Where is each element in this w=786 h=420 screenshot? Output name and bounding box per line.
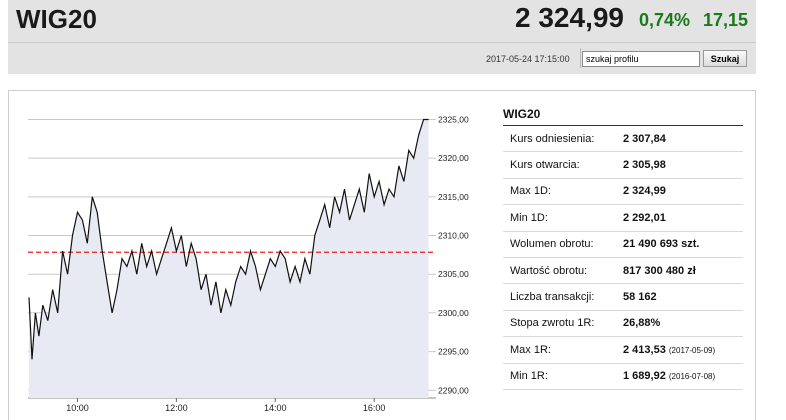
stats-title: WIG20 bbox=[503, 104, 743, 126]
y-axis-ticks: 2325,00 2320,00 2315,00 2310,00 2305,00 2300,… bbox=[438, 114, 469, 395]
stats-row: Wartość obrotu: 817 300 480 zł bbox=[503, 257, 743, 285]
search-button[interactable]: Szukaj bbox=[703, 50, 747, 67]
y-tick-label: 2325,00 bbox=[438, 114, 469, 124]
profile-search-input[interactable] bbox=[582, 51, 700, 67]
stats-row: Stopa zwrotu 1R: 26,88% bbox=[503, 310, 743, 338]
stats-row: Min 1D: 2 292,01 bbox=[503, 204, 743, 232]
stats-row: Liczba transakcji: 58 162 bbox=[503, 283, 743, 311]
stats-value-text: 2 305,98 bbox=[623, 159, 666, 172]
stats-value: 58 162 bbox=[623, 283, 743, 311]
stats-value-text: 2 307,84 bbox=[623, 132, 666, 145]
stats-label: Max 1R: bbox=[503, 336, 623, 364]
y-tick-label: 2310,00 bbox=[438, 231, 469, 241]
stats-row: Wolumen obrotu: 21 490 693 szt. bbox=[503, 231, 743, 258]
stats-row: Max 1D: 2 324,99 bbox=[503, 178, 743, 206]
stats-value: 2 292,01 bbox=[623, 204, 743, 232]
x-tick-label: 16:00 bbox=[363, 403, 386, 413]
stats-label: Kurs odniesienia: bbox=[503, 126, 623, 153]
stats-value-text: 26,88% bbox=[623, 317, 661, 330]
stats-table: Kurs odniesienia: 2 307,84 Kurs otwarcia: 2… bbox=[503, 126, 743, 390]
header-divider bbox=[8, 42, 756, 43]
stats-value: 817 300 480 zł bbox=[623, 257, 743, 285]
stats-label: Wartość obrotu: bbox=[503, 257, 623, 285]
y-tick-label: 2315,00 bbox=[438, 192, 469, 202]
stats-label: Stopa zwrotu 1R: bbox=[503, 310, 623, 338]
stats-label: Min 1D: bbox=[503, 204, 623, 232]
change-absolute: 17,15 bbox=[702, 10, 748, 30]
stats-value-text: 817 300 480 zł bbox=[623, 264, 696, 277]
current-price: 2 324,99 bbox=[515, 2, 624, 33]
stats-value: 1 689,92 (2016-07-08) bbox=[623, 363, 743, 390]
price-area bbox=[29, 119, 429, 398]
stats-value: 2 413,53 (2017-05-09) bbox=[623, 336, 743, 364]
stats-row: Min 1R: 1 689,92 (2016-07-08) bbox=[503, 363, 743, 390]
header-separator bbox=[580, 48, 581, 68]
y-tick-label: 2300,00 bbox=[438, 308, 469, 318]
stats-row: Max 1R: 2 413,53 (2017-05-09) bbox=[503, 336, 743, 364]
quote-timestamp: 2017-05-24 17:15:00 bbox=[486, 54, 570, 64]
stats-label: Wolumen obrotu: bbox=[503, 231, 623, 258]
stats-row: Kurs odniesienia: 2 307,84 bbox=[503, 126, 743, 153]
x-tick-label: 12:00 bbox=[165, 403, 188, 413]
stats-value: 2 324,99 bbox=[623, 178, 743, 206]
stats-value: 2 305,98 bbox=[623, 151, 743, 179]
stats-value-text: 2 413,53 bbox=[623, 343, 666, 356]
stats-date: (2016-07-08) bbox=[668, 372, 716, 382]
x-tick-label: 10:00 bbox=[66, 403, 89, 413]
stats-row: Kurs otwarcia: 2 305,98 bbox=[503, 151, 743, 179]
stats-date: (2017-05-09) bbox=[668, 345, 716, 355]
index-title: WIG20 bbox=[16, 4, 97, 34]
stats-value-text: 58 162 bbox=[623, 291, 657, 304]
stats-label: Min 1R: bbox=[503, 363, 623, 390]
stats-panel: WIG20 Kurs odniesienia: 2 307,84 Kurs otwa… bbox=[503, 104, 743, 390]
stats-label: Liczba transakcji: bbox=[503, 283, 623, 311]
stats-value: 26,88% bbox=[623, 310, 743, 338]
stats-value-text: 2 292,01 bbox=[623, 211, 666, 224]
stats-value-text: 21 490 693 szt. bbox=[623, 238, 700, 251]
y-tick-label: 2320,00 bbox=[438, 153, 469, 163]
stats-label: Max 1D: bbox=[503, 178, 623, 206]
stats-value: 21 490 693 szt. bbox=[623, 231, 743, 258]
y-tick-label: 2290,00 bbox=[438, 385, 469, 395]
intraday-chart: 2325,00 2320,00 2315,00 2310,00 2305,00 2300,… bbox=[28, 114, 469, 413]
stats-value-text: 2 324,99 bbox=[623, 185, 666, 198]
stats-value-text: 1 689,92 bbox=[623, 370, 666, 383]
y-tick-label: 2295,00 bbox=[438, 347, 469, 357]
x-tick-label: 14:00 bbox=[264, 403, 287, 413]
x-axis-ticks: 10:00 12:00 14:00 16:00 bbox=[66, 398, 385, 413]
change-percent: 0,74% bbox=[638, 10, 690, 30]
y-tick-label: 2305,00 bbox=[438, 269, 469, 279]
stats-label: Kurs otwarcia: bbox=[503, 151, 623, 179]
stats-value: 2 307,84 bbox=[623, 126, 743, 153]
